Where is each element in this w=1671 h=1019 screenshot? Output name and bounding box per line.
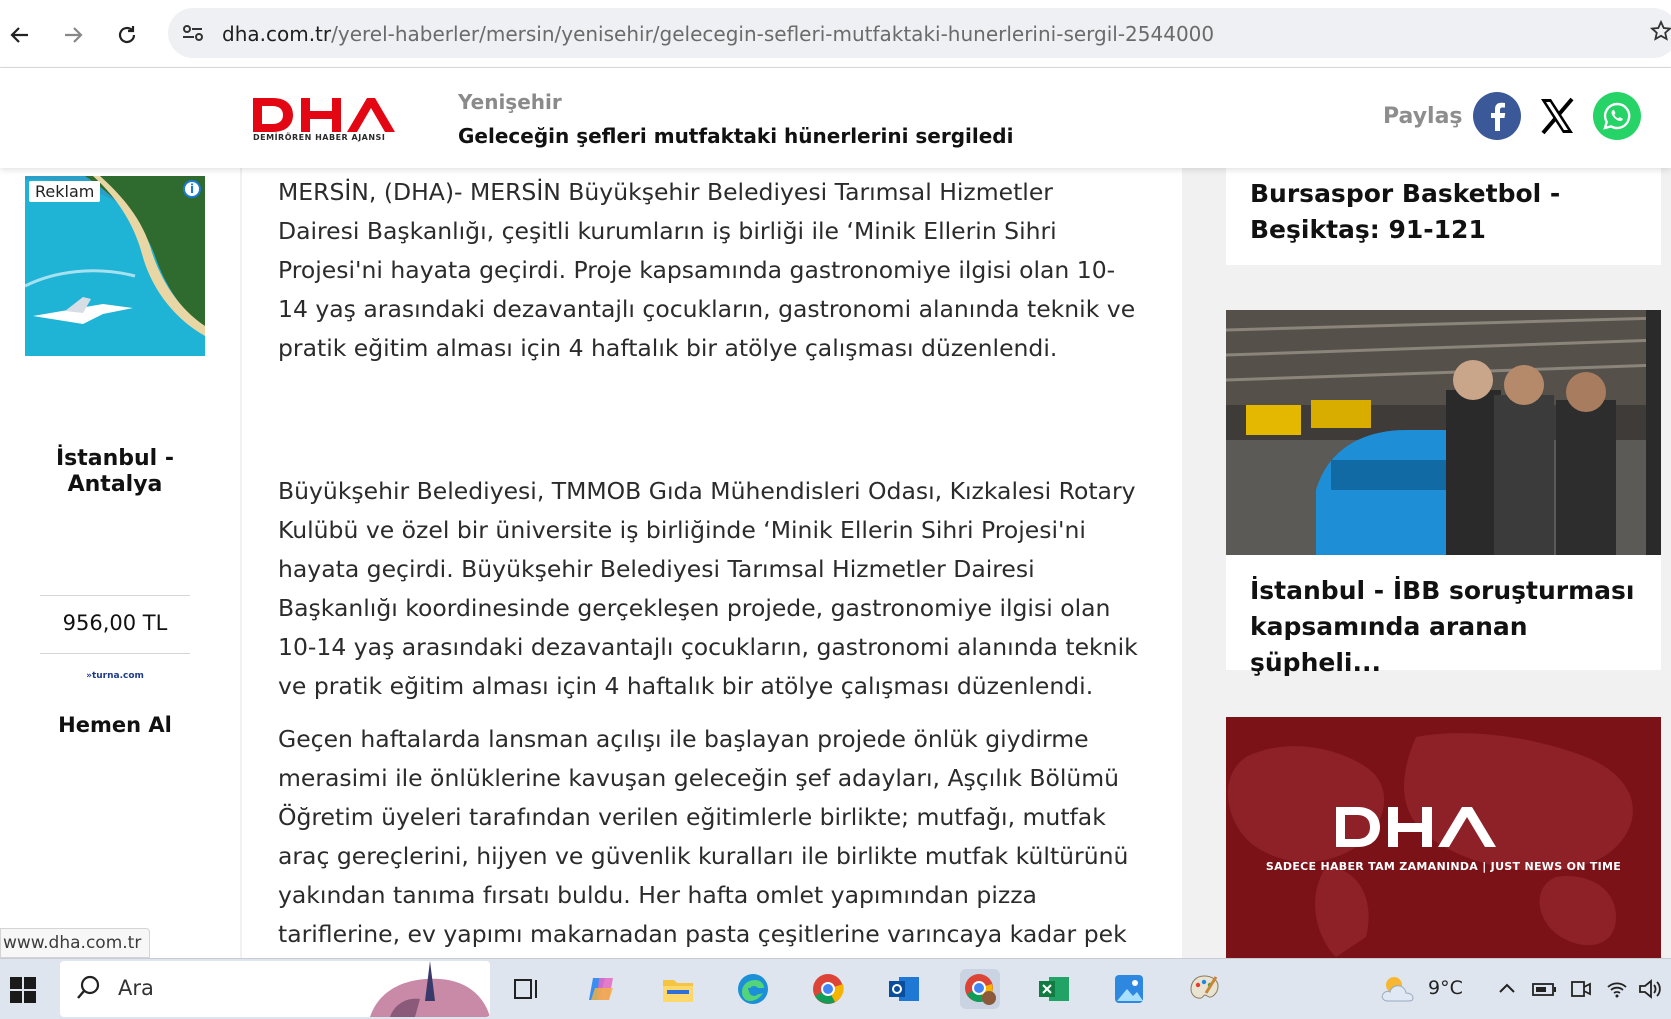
browser-toolbar: dha.com.tr/yerel-haberler/mersin/yeniseh… xyxy=(0,0,1671,68)
edge-icon xyxy=(738,974,768,1004)
chrome-profile-button[interactable] xyxy=(960,969,1000,1009)
task-view-icon xyxy=(514,979,537,999)
forward-button[interactable] xyxy=(56,18,90,52)
ad-price[interactable]: 956,00 TL xyxy=(30,611,200,635)
outlook-button[interactable] xyxy=(884,969,924,1009)
promo-tagline: SADECE HABER TAM ZAMANINDA | JUST NEWS O… xyxy=(1265,860,1622,873)
chrome-button[interactable] xyxy=(808,969,848,1009)
news-photo[interactable] xyxy=(1226,310,1661,555)
site-header: DEMİRÖREN HABER AJANSI Yenişehir Geleceğ… xyxy=(0,68,1671,168)
chrome-profile-icon xyxy=(965,974,996,1005)
excel-icon xyxy=(1039,977,1069,1001)
forward-arrow-icon xyxy=(65,27,83,43)
reload-button[interactable] xyxy=(110,18,144,52)
copilot-button[interactable] xyxy=(582,969,622,1009)
speaker-icon[interactable] xyxy=(1638,979,1662,999)
ad-image[interactable]: Reklam i xyxy=(25,176,205,356)
page-title: Geleceğin şefleri mutfaktaki hünerlerini… xyxy=(458,124,1014,148)
article-body: MERSİN, (DHA)- MERSİN Büyükşehir Belediy… xyxy=(242,168,1182,958)
breadcrumb[interactable]: Yenişehir xyxy=(458,90,562,114)
windows-start-icon[interactable] xyxy=(10,977,36,1003)
camera-meet-icon[interactable] xyxy=(1570,979,1592,999)
edge-button[interactable] xyxy=(733,969,773,1009)
whatsapp-share-button[interactable] xyxy=(1593,92,1641,140)
file-explorer-button[interactable] xyxy=(658,969,698,1009)
wifi-icon[interactable] xyxy=(1606,979,1628,999)
chevron-up-icon[interactable] xyxy=(1497,979,1517,999)
news-card-title[interactable]: İstanbul - İBB soruşturması kapsamında a… xyxy=(1226,555,1661,681)
whatsapp-icon xyxy=(1603,102,1631,130)
site-settings-icon[interactable] xyxy=(180,21,206,45)
left-advertisement[interactable]: Reklam i İstanbul - Antalya 956,00 TL »t… xyxy=(0,168,240,958)
news-card[interactable]: İstanbul - İBB soruşturması kapsamında a… xyxy=(1226,310,1661,677)
copilot-icon xyxy=(589,978,613,1000)
weather-cloud-icon[interactable] xyxy=(1378,971,1418,1007)
dha-promo-banner[interactable]: SADECE HABER TAM ZAMANINDA | JUST NEWS O… xyxy=(1226,717,1661,958)
ad-badge: Reklam xyxy=(29,181,101,202)
back-button[interactable] xyxy=(3,18,37,52)
ad-divider xyxy=(40,653,190,654)
x-share-button[interactable] xyxy=(1533,92,1581,140)
logo-subtitle: DEMİRÖREN HABER AJANSI xyxy=(253,133,386,142)
excel-button[interactable] xyxy=(1034,969,1074,1009)
status-bar-url: www.dha.com.tr xyxy=(0,928,151,958)
article-paragraph: Büyükşehir Belediyesi, TMMOB Gıda Mühend… xyxy=(278,477,1138,700)
share-label: Paylaş xyxy=(1383,104,1463,129)
ad-divider xyxy=(40,595,190,596)
outlook-icon xyxy=(889,977,919,1001)
chrome-icon xyxy=(813,974,844,1004)
paint-button[interactable] xyxy=(1184,969,1224,1009)
photos-button[interactable] xyxy=(1109,969,1149,1009)
ad-info-icon[interactable]: i xyxy=(183,180,201,198)
news-card[interactable]: Bursaspor Basketbol - Beşiktaş: 91-121 xyxy=(1226,168,1661,265)
article-paragraph: Geçen haftalarda lansman açılışı ile baş… xyxy=(278,725,1129,948)
reload-icon xyxy=(118,26,136,44)
bookmark-star-icon[interactable] xyxy=(1650,20,1671,42)
task-view-button[interactable] xyxy=(506,969,546,1009)
news-card-title[interactable]: Bursaspor Basketbol - Beşiktaş: 91-121 xyxy=(1226,176,1661,248)
search-placeholder: Ara xyxy=(118,976,154,1000)
back-arrow-icon xyxy=(10,27,28,43)
taskbar-search-box[interactable]: Ara xyxy=(60,961,490,1017)
ad-brand-logo[interactable]: »turna.com xyxy=(86,661,144,691)
ad-cta-button[interactable]: Hemen Al xyxy=(30,713,200,737)
related-news-sidebar: Bursaspor Basketbol - Beşiktaş: 91-121 İ… xyxy=(1226,168,1671,958)
photos-icon xyxy=(1115,975,1143,1003)
world-map-image xyxy=(1226,717,1661,958)
airport-arrest-photo xyxy=(1226,310,1661,555)
url-text: dha.com.tr/yerel-haberler/mersin/yeniseh… xyxy=(222,22,1215,46)
beach-resort-image xyxy=(25,176,205,356)
article-paragraph: MERSİN, (DHA)- MERSİN Büyükşehir Belediy… xyxy=(278,178,1136,362)
battery-icon[interactable] xyxy=(1532,979,1558,999)
search-highlight-image xyxy=(370,961,490,1017)
x-icon xyxy=(1541,97,1574,135)
search-icon xyxy=(77,975,100,999)
paint-palette-icon xyxy=(1190,975,1219,999)
weather-temperature[interactable]: 9°C xyxy=(1428,977,1463,999)
address-bar[interactable]: dha.com.tr/yerel-haberler/mersin/yeniseh… xyxy=(168,8,1671,58)
facebook-icon xyxy=(1491,102,1506,131)
folder-icon xyxy=(663,980,693,1002)
facebook-share-button[interactable] xyxy=(1473,92,1521,140)
windows-taskbar: Ara 9°C xyxy=(0,958,1671,1019)
ad-route[interactable]: İstanbul - Antalya xyxy=(30,446,200,498)
